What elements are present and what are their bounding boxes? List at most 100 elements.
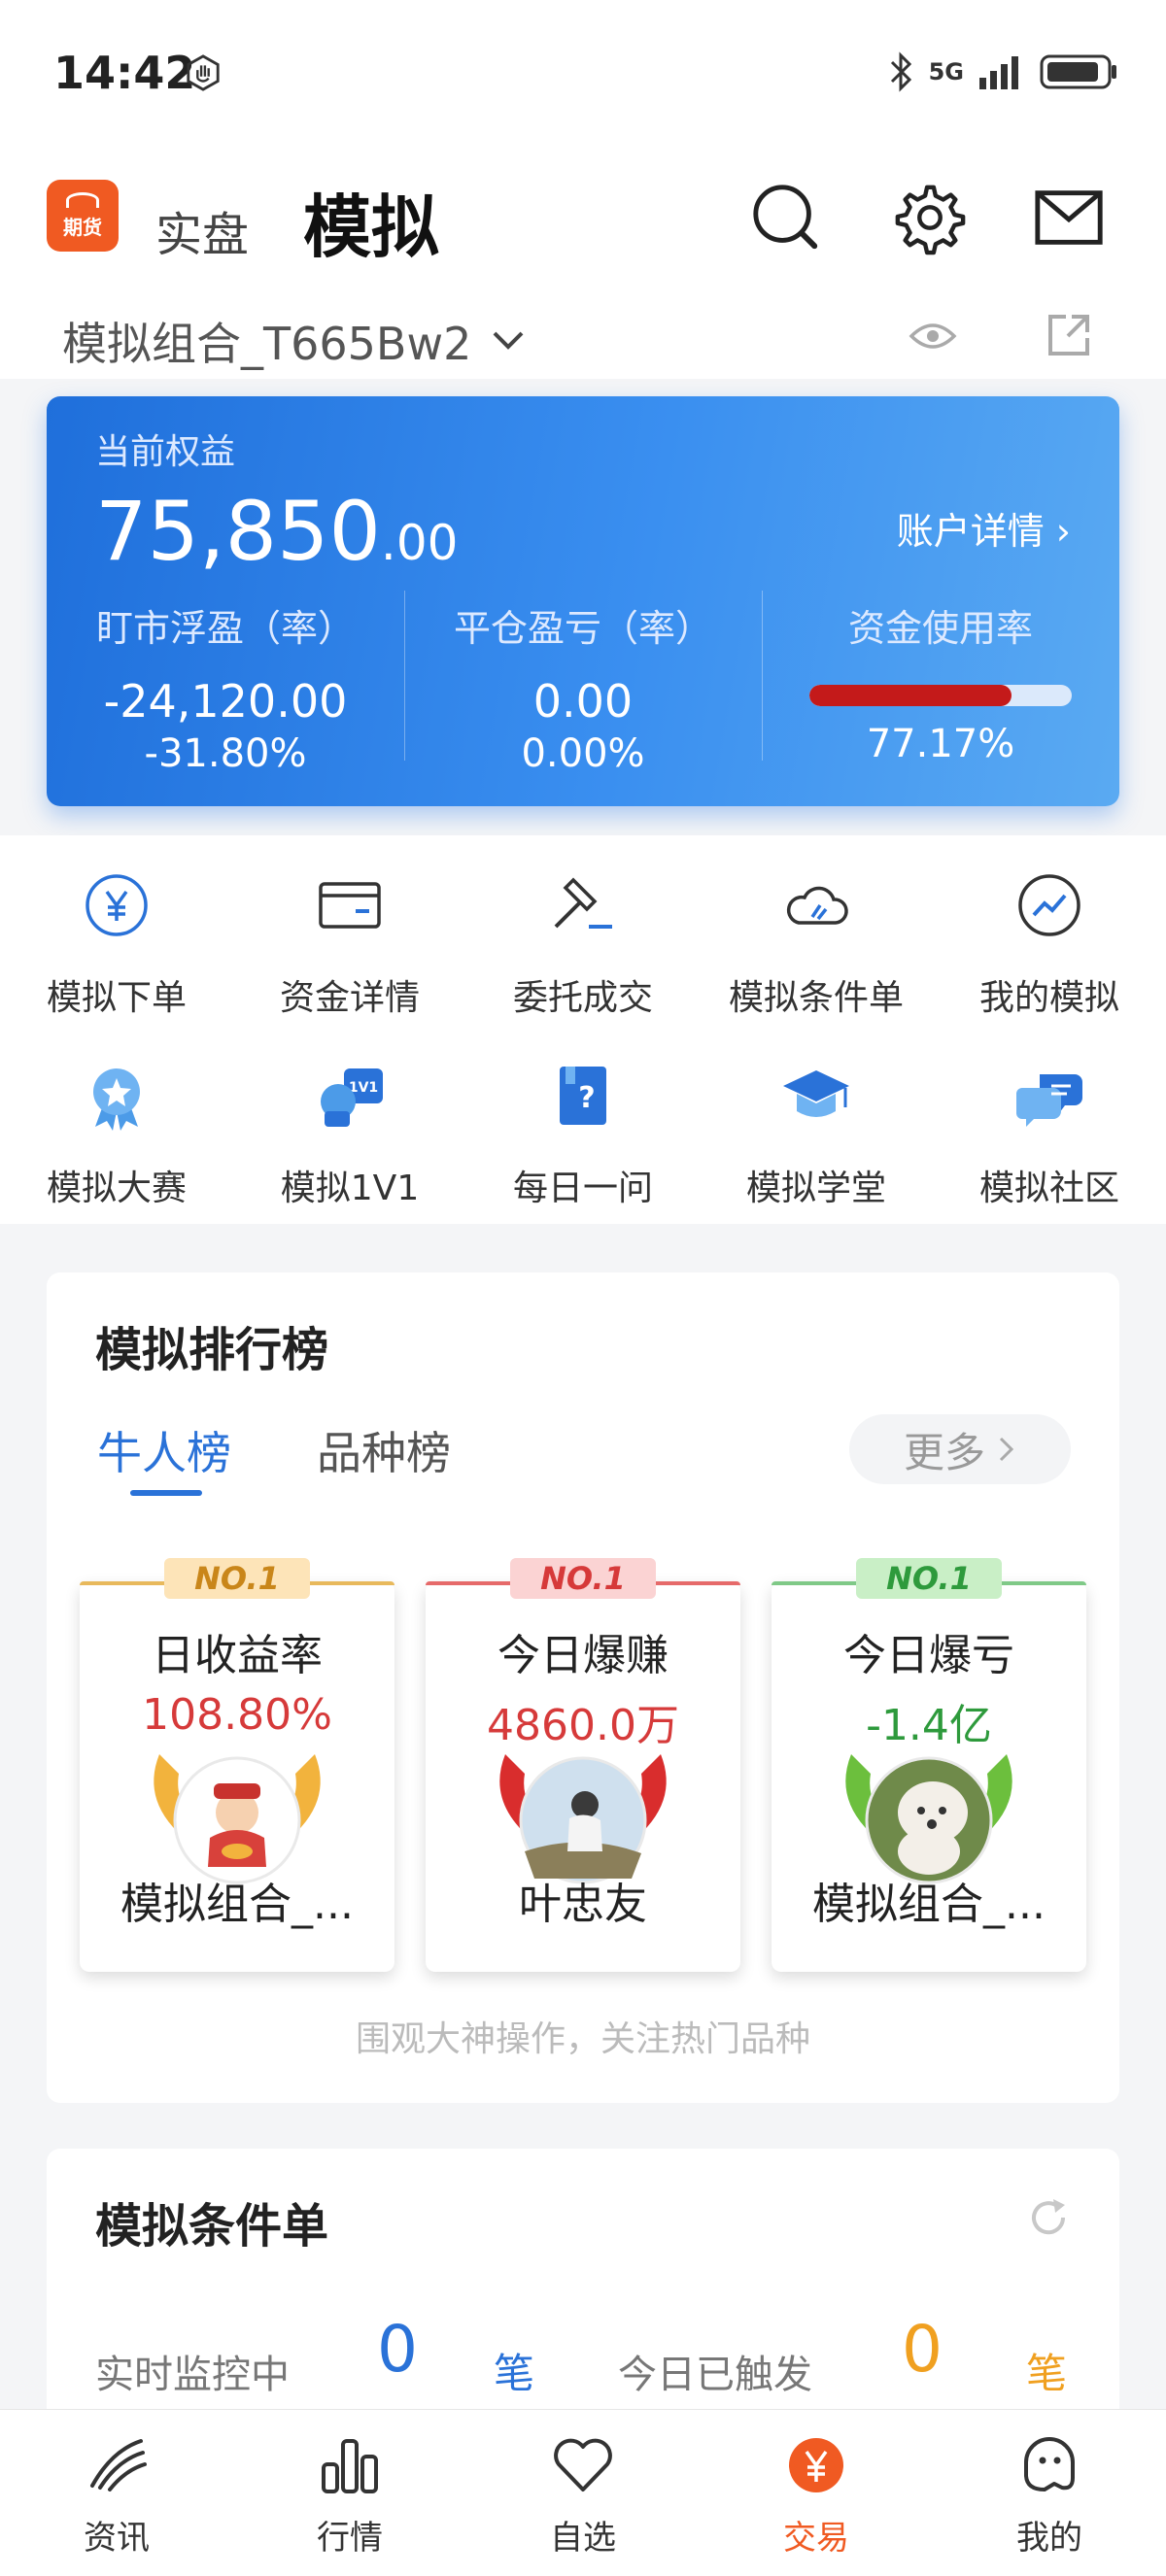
more-label: 更多 — [903, 1428, 985, 1476]
menu-label: 模拟大赛 — [46, 1169, 187, 1208]
menu-label: 每日一问 — [512, 1169, 653, 1208]
tab-simulation[interactable]: 模拟 — [303, 173, 439, 271]
bar-chart-icon — [322, 2439, 378, 2493]
usage-rate: 77.17% — [866, 722, 1015, 766]
nav-profile[interactable]: 我的 — [933, 2431, 1166, 2559]
tab-top-traders[interactable]: 牛人榜 — [97, 1418, 231, 1482]
stat-rate: 0.00% — [521, 731, 645, 776]
chat-bubble-icon — [1016, 1074, 1082, 1127]
nav-watchlist[interactable]: 自选 — [466, 2431, 700, 2559]
refresh-icon[interactable] — [1024, 2193, 1073, 2242]
monitoring-label: 实时监控中 — [95, 2353, 290, 2397]
signal-icon — [979, 56, 1018, 89]
ranking-section: 模拟排行榜 牛人榜 品种榜 更多 NO.1 日收益率 108.80% 模拟组合_… — [47, 1272, 1119, 2103]
gear-icon[interactable] — [892, 180, 968, 255]
menu-sim-community[interactable]: 模拟社区 — [933, 1057, 1166, 1210]
menu-daily-question[interactable]: ? 每日一问 — [466, 1057, 700, 1210]
trend-circle-icon — [1018, 874, 1080, 936]
monitoring-count: 0 — [377, 2312, 418, 2387]
stat-value: 0.00 — [532, 675, 634, 728]
status-time: 14:42 — [53, 47, 196, 99]
stat-value: -24,120.00 — [103, 675, 348, 728]
nav-label: 行情 — [317, 2519, 383, 2558]
medal-icon — [93, 1068, 140, 1131]
rank-card-daily-gain[interactable]: NO.1 今日爆赚 4860.0万 叶忠友 — [426, 1558, 740, 1972]
heart-icon — [554, 2438, 612, 2491]
mail-icon[interactable] — [1032, 180, 1108, 255]
nav-news[interactable]: 资讯 — [0, 2431, 233, 2559]
card-title: 日收益率 — [152, 1631, 323, 1680]
status-bar: 14:42 5G — [0, 0, 1166, 146]
stat-title: 盯市浮盈（率） — [95, 607, 355, 650]
tab-varieties[interactable]: 品种榜 — [317, 1418, 451, 1482]
menu-orders-fills[interactable]: 委托成交 — [466, 866, 700, 1020]
cloud-icon — [786, 886, 848, 925]
card-name: 模拟组合_... — [812, 1880, 1046, 1929]
more-button[interactable]: 更多 — [849, 1414, 1071, 1484]
fund-usage-stat: 资金使用率 77.17% — [762, 591, 1119, 766]
menu-sim-contest[interactable]: 模拟大赛 — [0, 1057, 233, 1210]
bluetooth-icon — [890, 51, 911, 92]
floating-pnl-stat: 盯市浮盈（率） -24,120.00 -31.80% — [47, 591, 404, 776]
ranking-footer: 围观大神操作，关注热门品种 — [355, 2019, 810, 2059]
account-card: 当前权益 75,850.00 账户详情 › 盯市浮盈（率） -24,120.00… — [47, 396, 1119, 806]
monitoring-unit: 笔 — [494, 2350, 535, 2397]
nav-market[interactable]: 行情 — [233, 2431, 466, 2559]
active-tab-underline — [130, 1490, 202, 1496]
menu-label: 模拟社区 — [978, 1169, 1119, 1208]
portfolio-selector[interactable]: 模拟组合_T665Bw2 — [62, 309, 526, 373]
nav-label: 交易 — [783, 2519, 849, 2558]
graduation-cap-icon — [783, 1070, 849, 1117]
account-detail-link[interactable]: 账户详情 › — [897, 501, 1071, 555]
yen-circle-icon — [86, 874, 148, 936]
menu-sim-academy[interactable]: 模拟学堂 — [700, 1057, 933, 1210]
rank-badge: NO.1 — [510, 1558, 656, 1599]
gavel-icon — [554, 877, 612, 929]
menu-label: 我的模拟 — [978, 978, 1119, 1018]
card-name: 模拟组合_... — [120, 1880, 354, 1929]
svg-text:?: ? — [578, 1081, 595, 1115]
header: 期货 实盘 模拟 模拟组合_T665Bw2 — [0, 146, 1166, 379]
card-title: 今日爆亏 — [843, 1631, 1014, 1680]
card-title: 今日爆赚 — [497, 1631, 669, 1680]
trade-yen-icon — [789, 2438, 843, 2492]
menu-condition-order[interactable]: 模拟条件单 — [700, 866, 933, 1020]
versus-icon: 1V1 — [321, 1068, 383, 1127]
closed-pnl-stat: 平仓盈亏（率） 0.00 0.00% — [404, 591, 762, 776]
nav-label: 资讯 — [84, 2519, 150, 2558]
bottom-nav: 资讯 行情 自选 交易 我的 — [0, 2409, 1166, 2576]
app-logo[interactable]: 期货 — [47, 180, 119, 252]
question-book-icon: ? — [560, 1067, 606, 1125]
card-name: 叶忠友 — [519, 1880, 647, 1929]
nav-trade[interactable]: 交易 — [700, 2431, 933, 2559]
rank-card-daily-return[interactable]: NO.1 日收益率 108.80% 模拟组合_... — [80, 1558, 394, 1972]
battery-icon — [1040, 54, 1116, 89]
rank-badge: NO.1 — [164, 1558, 310, 1599]
menu-sim-order[interactable]: 模拟下单 — [0, 866, 233, 1020]
tab-real-trading[interactable]: 实盘 — [155, 196, 249, 264]
rank-card-daily-loss[interactable]: NO.1 今日爆亏 -1.4亿 模拟组合_... — [772, 1558, 1086, 1972]
menu-sim-1v1[interactable]: 1V1 模拟1V1 — [233, 1057, 466, 1210]
nav-label: 自选 — [550, 2519, 616, 2558]
network-label: 5G — [928, 58, 964, 85]
menu-label: 模拟下单 — [46, 978, 187, 1018]
equity-label: 当前权益 — [95, 432, 236, 472]
triggered-unit: 笔 — [1026, 2350, 1068, 2397]
menu-label: 模拟条件单 — [728, 978, 904, 1018]
stat-rate: -31.80% — [144, 731, 307, 776]
ranking-title: 模拟排行榜 — [95, 1323, 329, 1377]
share-icon[interactable] — [1045, 311, 1093, 359]
menu-my-sim[interactable]: 我的模拟 — [933, 866, 1166, 1020]
menu-label: 委托成交 — [512, 978, 653, 1018]
logo-text: 期货 — [63, 215, 102, 239]
menu-label: 资金详情 — [279, 978, 420, 1018]
feature-menu: 模拟下单 资金详情 委托成交 模拟条件单 我的模拟 模拟大赛 1V1 模拟1V1… — [0, 835, 1166, 1224]
condition-order-section: 模拟条件单 实时监控中 0 笔 今日已触发 0 笔 — [47, 2149, 1119, 2440]
menu-label: 模拟1V1 — [280, 1169, 420, 1208]
menu-fund-detail[interactable]: 资金详情 — [233, 866, 466, 1020]
stat-title: 平仓盈亏（率） — [453, 607, 712, 650]
eye-icon[interactable] — [909, 319, 957, 354]
rank-badge: NO.1 — [856, 1558, 1002, 1599]
search-icon[interactable] — [748, 180, 824, 255]
nav-label: 我的 — [1016, 2519, 1082, 2558]
